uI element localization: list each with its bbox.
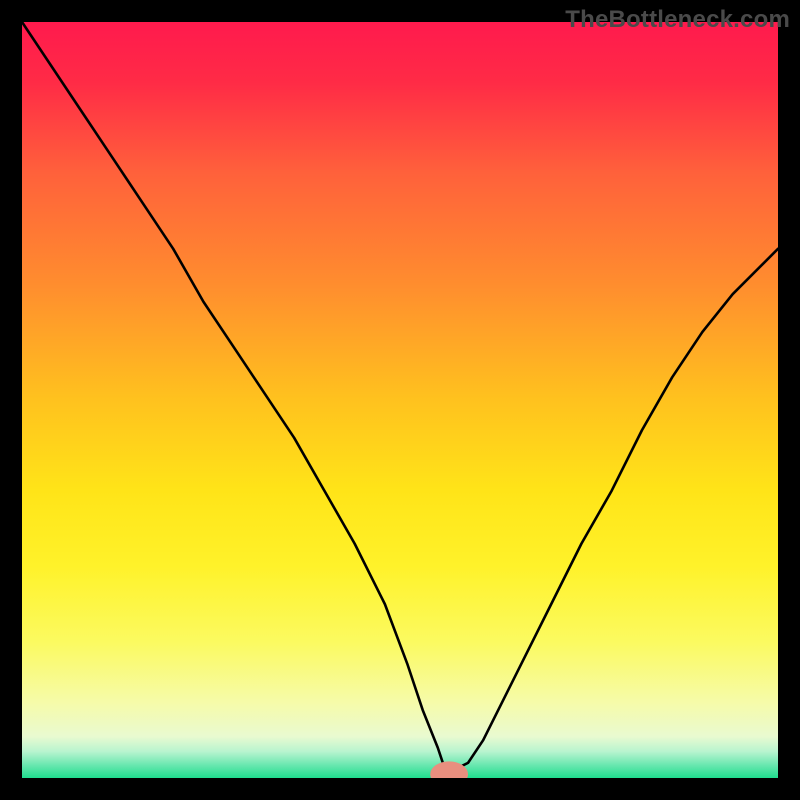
chart-frame: TheBottleneck.com	[0, 0, 800, 800]
watermark-text: TheBottleneck.com	[565, 6, 790, 34]
chart-svg	[22, 22, 778, 778]
gradient-background	[22, 22, 778, 778]
plot-area	[22, 22, 778, 778]
